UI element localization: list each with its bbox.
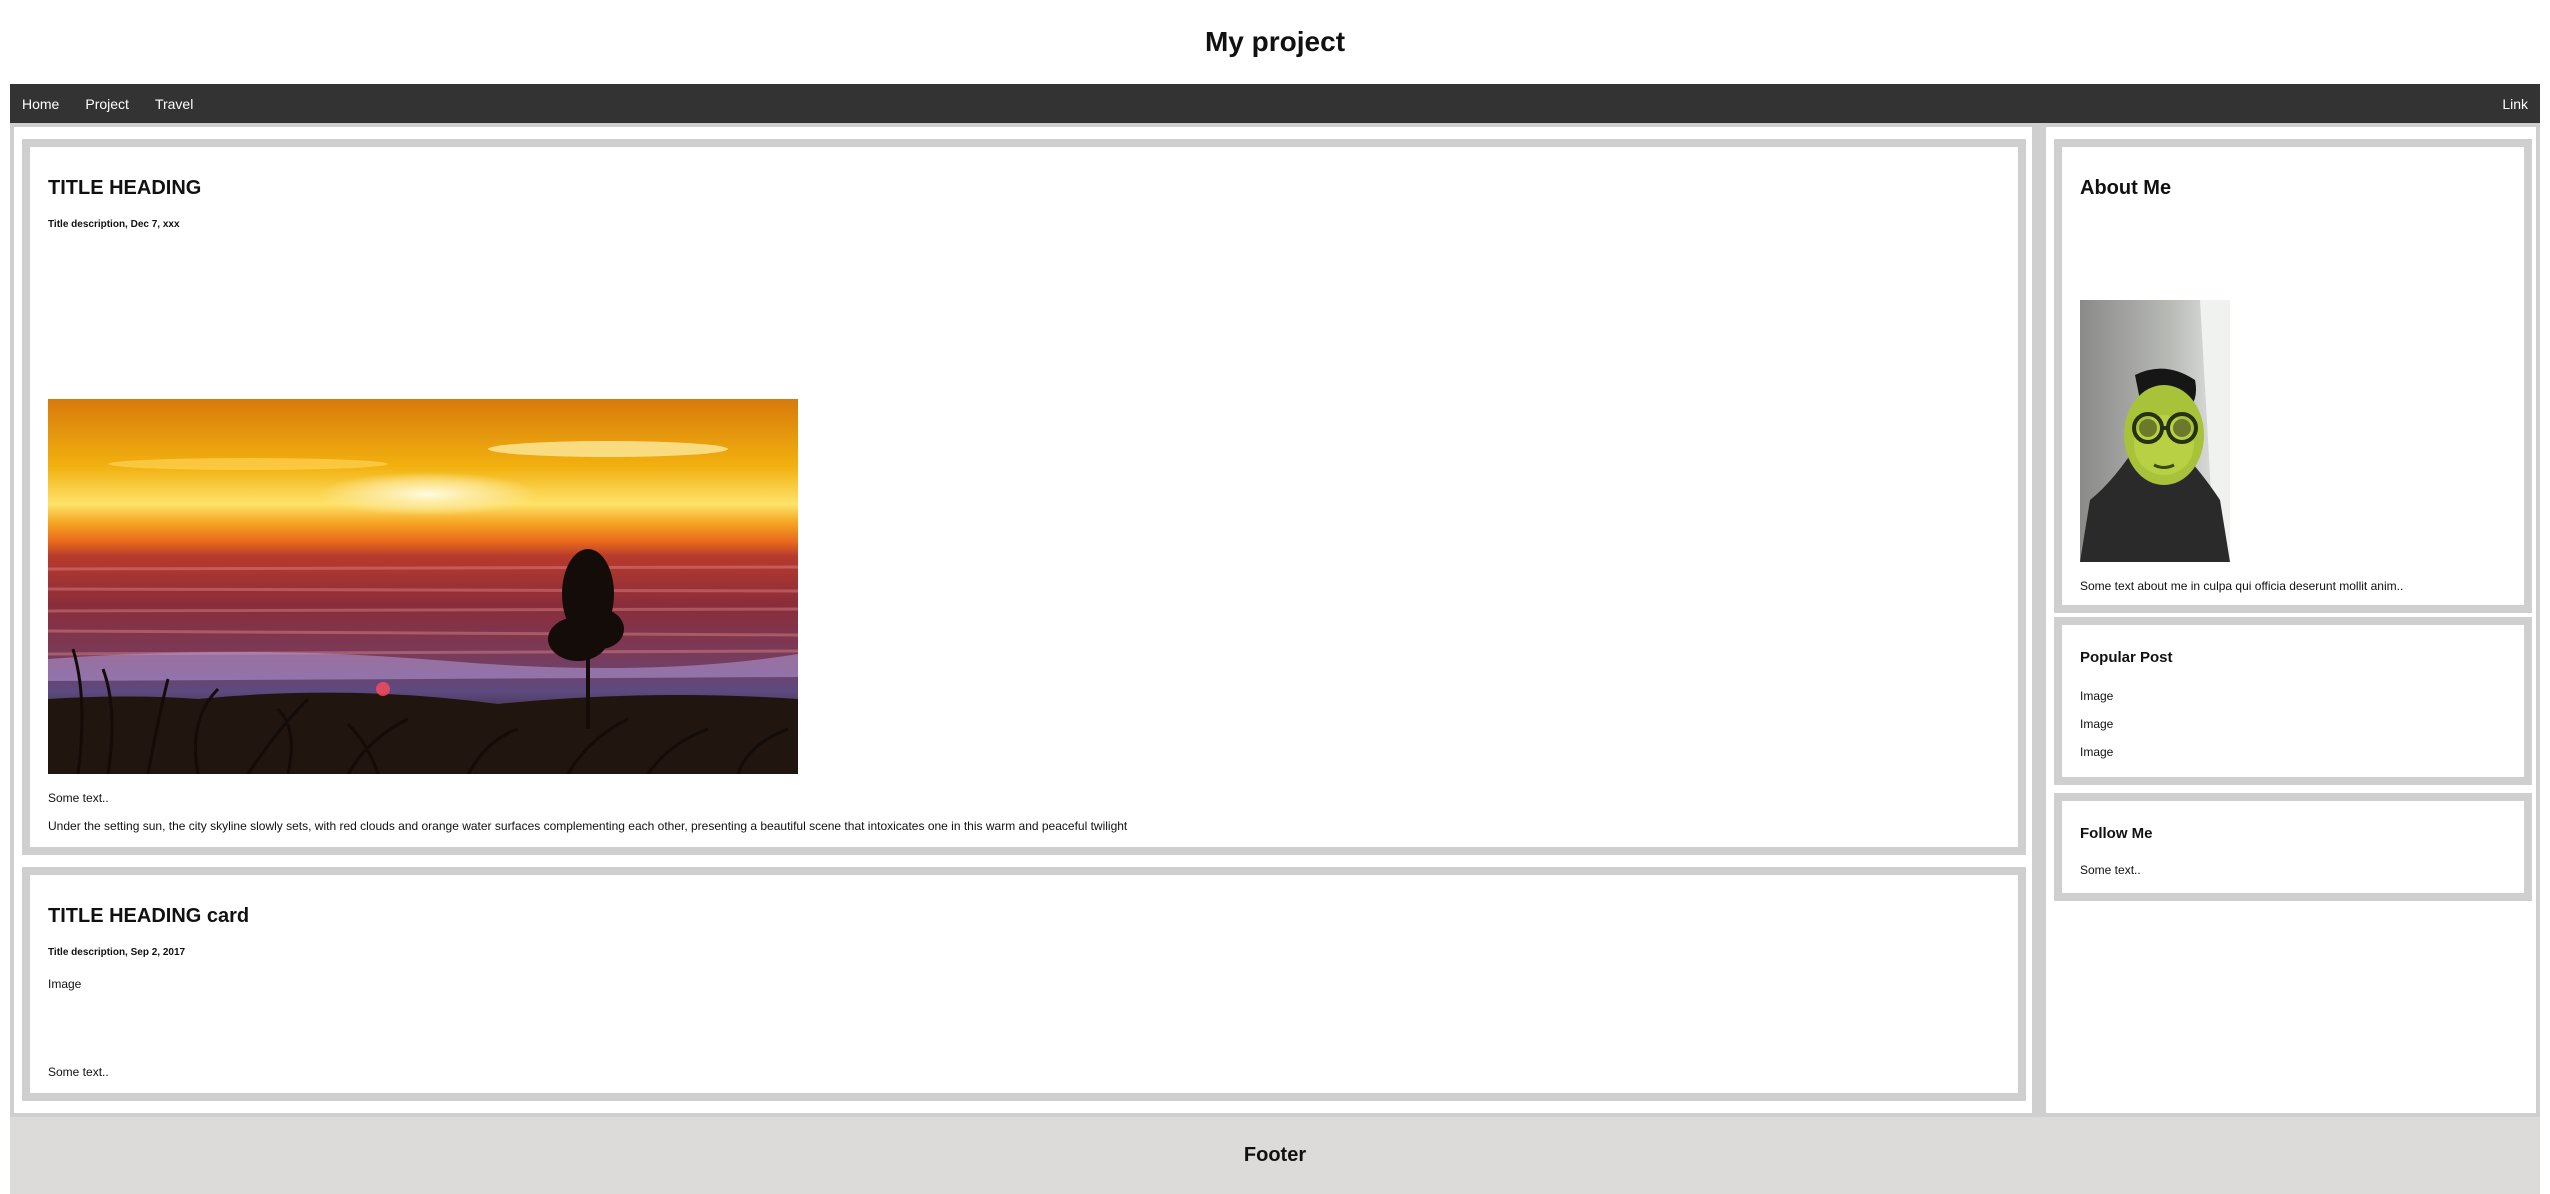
page: My project Home Project Travel Link TITL…: [10, 0, 2540, 1194]
post-title: TITLE HEADING card: [48, 905, 250, 927]
popular-post-card: Popular Post Image Image Image: [2054, 617, 2532, 785]
about-text: Some text about me in culpa qui officia …: [2080, 579, 2404, 593]
post-description: Under the setting sun, the city skyline …: [48, 819, 1128, 833]
popular-title: Popular Post: [2080, 649, 2173, 666]
nav-home-link[interactable]: Home: [22, 96, 59, 112]
about-title: About Me: [2080, 177, 2172, 199]
nav-travel-link[interactable]: Travel: [155, 96, 193, 112]
post-subtitle: Title description, Dec 7, xxx: [48, 219, 180, 230]
post-title: TITLE HEADING: [48, 177, 202, 199]
follow-me-card: Follow Me Some text..: [2054, 793, 2532, 901]
post-text: Some text..: [48, 791, 109, 805]
popular-item: Image: [2080, 689, 2114, 703]
follow-title: Follow Me: [2080, 825, 2153, 842]
nav-right-link[interactable]: Link: [2502, 96, 2528, 112]
post-subtitle: Title description, Sep 2, 2017: [48, 947, 186, 958]
site-footer: Footer: [10, 1117, 2540, 1194]
post-text: Some text..: [48, 1065, 109, 1079]
site-title: My project: [1204, 26, 1346, 57]
about-me-card: About Me Some text about me in culpa qui…: [2054, 139, 2532, 613]
popular-item: Image: [2080, 745, 2114, 759]
left-column: TITLE HEADING Title description, Dec 7, …: [14, 127, 2032, 1113]
popular-item: Image: [2080, 717, 2114, 731]
nav-project-link[interactable]: Project: [85, 96, 129, 112]
post-card-2: TITLE HEADING card Title description, Se…: [22, 867, 2026, 1101]
top-nav: Home Project Travel Link: [10, 84, 2540, 123]
image-placeholder: Image: [48, 977, 82, 991]
footer-label: Footer: [1243, 1144, 1307, 1166]
profile-photo: [2080, 300, 2230, 562]
sunset-beach-photo: [48, 399, 798, 774]
post-card-1: TITLE HEADING Title description, Dec 7, …: [22, 139, 2026, 855]
site-header: My project: [10, 0, 2540, 84]
follow-text: Some text..: [2080, 863, 2141, 877]
right-sidebar: About Me Some text about me in culpa qui…: [2046, 127, 2536, 1113]
content-row: TITLE HEADING Title description, Dec 7, …: [10, 123, 2540, 1117]
